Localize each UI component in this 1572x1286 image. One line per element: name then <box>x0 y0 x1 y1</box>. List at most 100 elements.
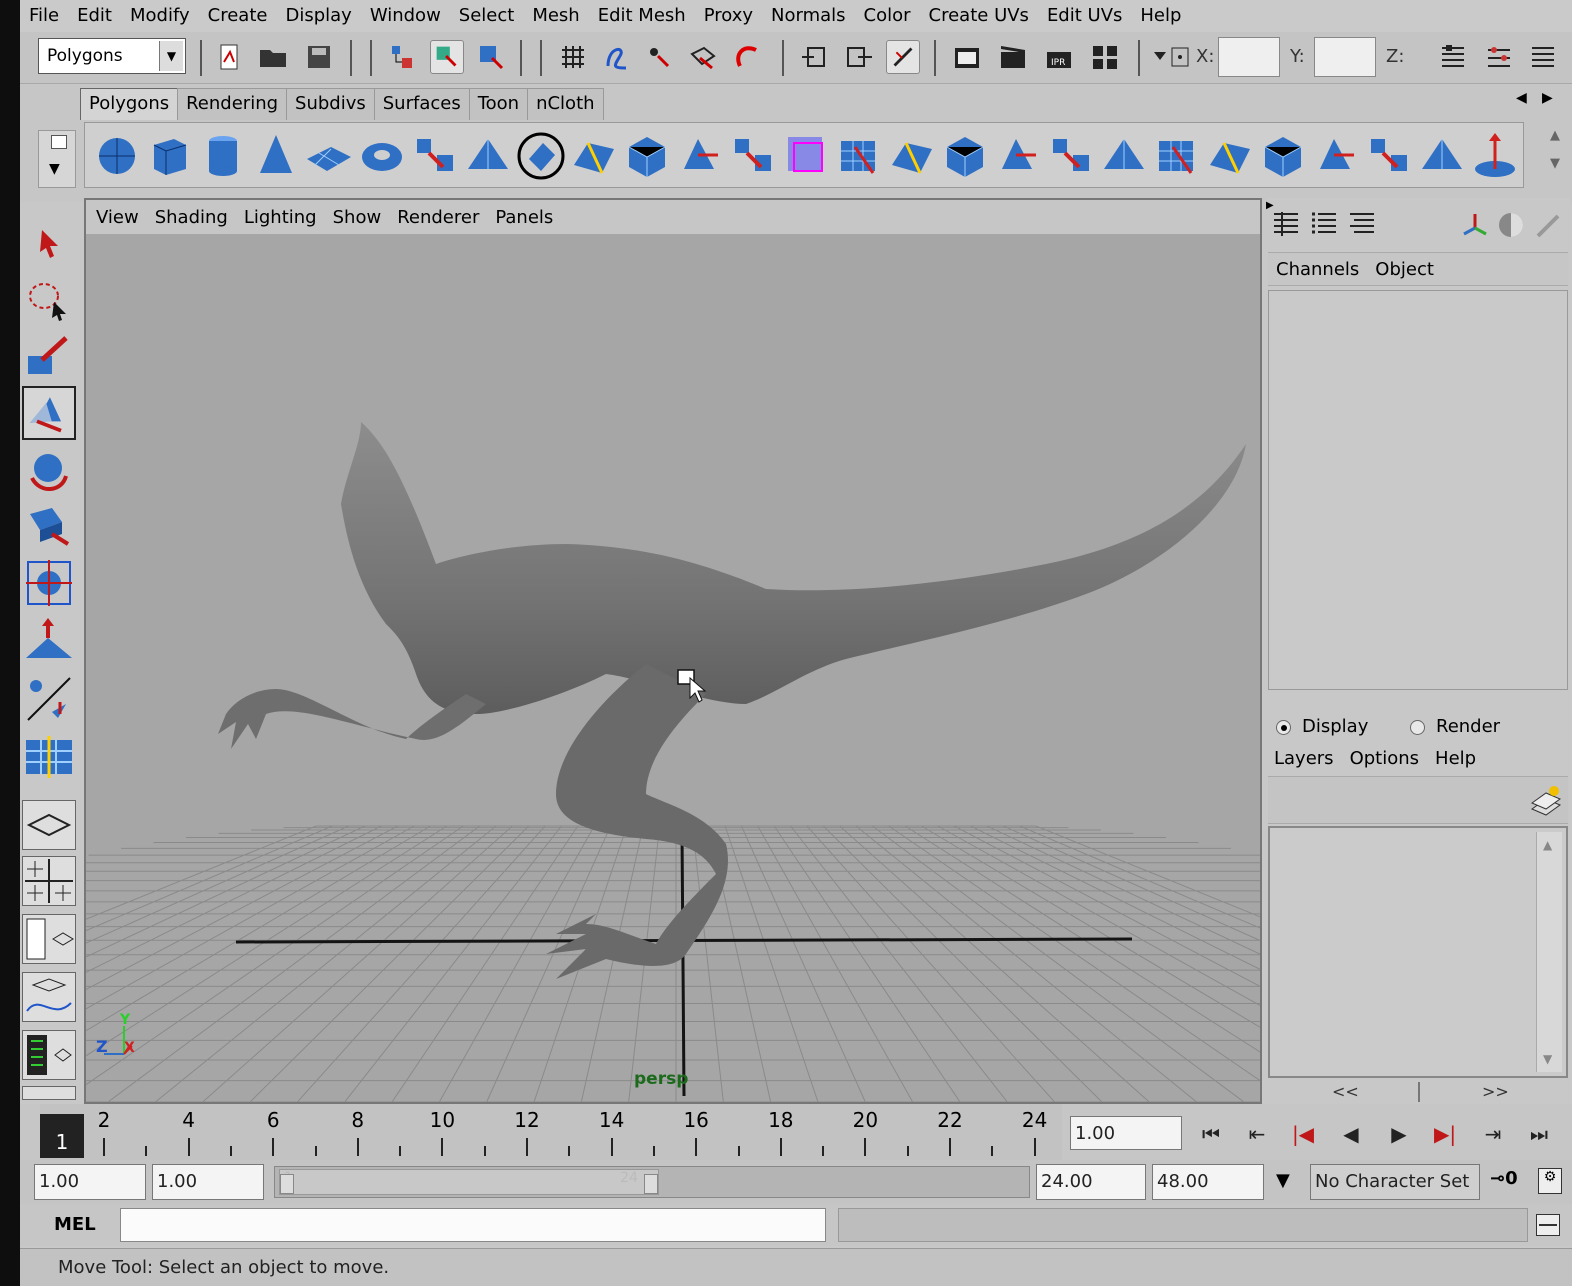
chevron-left-icon[interactable]: ◀ <box>1516 90 1527 106</box>
poly-sphere-icon[interactable] <box>91 129 143 183</box>
channel-box-menu-channels[interactable]: Channels <box>1268 259 1367 280</box>
cut-faces-icon[interactable] <box>1416 129 1468 183</box>
tool-settings-icon[interactable] <box>1534 210 1564 240</box>
script-editor-icon[interactable] <box>1536 1214 1560 1236</box>
chevron-up-icon[interactable]: ▲ <box>1543 838 1552 852</box>
go-to-start-button[interactable]: ⏮ <box>1190 1116 1232 1152</box>
menu-edit-uvs[interactable]: Edit UVs <box>1038 1 1131 31</box>
select-tool-icon[interactable] <box>22 218 76 272</box>
lasso-tool-icon[interactable] <box>22 274 76 328</box>
poly-prism-icon[interactable] <box>409 129 461 183</box>
layer-menu-help[interactable]: Help <box>1427 748 1484 774</box>
menu-set-dropdown[interactable]: Polygons ▼ <box>38 38 186 74</box>
time-slider[interactable]: 1 2 4 6 8 10 12 14 16 18 20 22 24 <box>40 1104 1062 1160</box>
menu-modify[interactable]: Modify <box>121 1 199 31</box>
menu-create-uvs[interactable]: Create UVs <box>920 1 1038 31</box>
step-back-key-button[interactable]: |◀ <box>1282 1116 1324 1152</box>
snap-to-curve-icon[interactable] <box>600 40 634 74</box>
step-back-frame-button[interactable]: ⇤ <box>1236 1116 1278 1152</box>
menu-normals[interactable]: Normals <box>762 1 855 31</box>
chevron-down-icon[interactable]: ▼ <box>1543 1052 1552 1066</box>
render-settings-icon[interactable] <box>1088 40 1122 74</box>
extrude-edge-icon[interactable] <box>992 129 1044 183</box>
tab-rendering[interactable]: Rendering <box>177 88 288 120</box>
command-language-label[interactable]: MEL <box>54 1214 96 1235</box>
shelf-menu-button[interactable]: ▼ <box>38 130 76 188</box>
layer-list[interactable]: ▲ ▼ <box>1268 826 1568 1078</box>
bridge-icon[interactable] <box>1045 129 1097 183</box>
step-forward-key-button[interactable]: ▶| <box>1424 1116 1466 1152</box>
character-set-field[interactable]: No Character Set <box>1310 1164 1480 1200</box>
poly-cone-icon[interactable] <box>250 129 302 183</box>
last-tool-icon[interactable] <box>22 730 76 784</box>
play-backwards-button[interactable]: ◀ <box>1330 1116 1372 1152</box>
scene-canvas[interactable]: Y Z X persp <box>86 234 1260 1102</box>
bevel-icon[interactable] <box>1098 129 1150 183</box>
quadrangulate-icon[interactable] <box>1363 129 1415 183</box>
smooth-proxy-icon[interactable] <box>727 129 779 183</box>
persp-graph-layout-button[interactable] <box>22 972 76 1022</box>
subdiv-proxy-icon[interactable] <box>780 129 832 183</box>
triangulate-icon[interactable] <box>1310 129 1362 183</box>
persp-outliner-layout-button[interactable] <box>22 914 76 964</box>
prev-layer-button[interactable]: << <box>1332 1082 1359 1101</box>
offset-edge-loop-icon[interactable] <box>1257 129 1309 183</box>
panel-menu-lighting[interactable]: Lighting <box>236 207 325 228</box>
menu-window[interactable]: Window <box>361 1 450 31</box>
rotate-tool-icon[interactable] <box>22 444 76 498</box>
make-live-icon[interactable] <box>730 40 764 74</box>
tool-settings-icon[interactable] <box>1482 40 1516 74</box>
channel-list[interactable] <box>1268 290 1568 690</box>
extract-icon[interactable] <box>674 129 726 183</box>
y-input[interactable] <box>1314 37 1376 77</box>
modeling-toolkit-icon[interactable] <box>1460 210 1490 240</box>
menu-edit-mesh[interactable]: Edit Mesh <box>589 1 695 31</box>
render-frame-icon[interactable] <box>996 40 1030 74</box>
attribute-editor-icon[interactable] <box>1496 210 1526 240</box>
poly-pipe-icon[interactable] <box>462 129 514 183</box>
poly-helix-icon[interactable] <box>515 129 567 183</box>
four-view-layout-button[interactable] <box>22 856 76 906</box>
ipr-render-icon[interactable]: IPR <box>1042 40 1076 74</box>
snap-to-grid-icon[interactable] <box>556 40 590 74</box>
split-polygon-icon[interactable] <box>886 129 938 183</box>
menu-proxy[interactable]: Proxy <box>695 1 762 31</box>
panel-menu-view[interactable]: View <box>88 207 147 228</box>
layer-menu-options[interactable]: Options <box>1342 748 1427 774</box>
select-by-object-type-icon[interactable] <box>430 40 464 74</box>
menu-mesh[interactable]: Mesh <box>523 1 588 31</box>
layer-editor-icon[interactable] <box>1346 208 1378 240</box>
tab-polygons[interactable]: Polygons <box>80 88 179 120</box>
separate-icon[interactable] <box>621 129 673 183</box>
insert-edge-loop-icon[interactable] <box>1204 129 1256 183</box>
poly-plane-icon[interactable] <box>303 129 355 183</box>
merge-icon[interactable] <box>1151 129 1203 183</box>
single-perspective-layout-button[interactable] <box>22 800 76 850</box>
new-scene-icon[interactable] <box>212 40 246 74</box>
range-slider-handle[interactable]: 1 24 <box>279 1169 659 1195</box>
step-forward-frame-button[interactable]: ⇥ <box>1472 1116 1514 1152</box>
tab-ncloth[interactable]: nCloth <box>527 88 604 120</box>
auto-key-icon[interactable]: ⊸0 <box>1490 1168 1518 1189</box>
menu-create[interactable]: Create <box>199 1 277 31</box>
select-by-hierarchy-icon[interactable] <box>386 40 420 74</box>
transform-input-mode-icon[interactable] <box>1150 40 1194 74</box>
soft-modification-icon[interactable] <box>22 614 76 668</box>
playback-end-time-field[interactable]: 24.00 <box>1036 1164 1146 1200</box>
chevron-up-icon[interactable]: ▲ <box>1550 128 1560 143</box>
range-end-grip[interactable] <box>644 1174 658 1194</box>
command-input[interactable] <box>120 1208 826 1242</box>
menu-file[interactable]: File <box>20 1 68 31</box>
snap-to-point-icon[interactable] <box>642 40 676 74</box>
move-tool-icon[interactable] <box>22 386 76 440</box>
play-forwards-button[interactable]: ▶ <box>1378 1116 1420 1152</box>
dinosaur-model[interactable] <box>218 422 1246 979</box>
soft-mod-icon[interactable] <box>1469 129 1521 183</box>
attribute-editor-icon[interactable] <box>1436 40 1470 74</box>
channel-box-menu-object[interactable]: Object <box>1367 259 1442 280</box>
scale-tool-icon[interactable] <box>22 500 76 554</box>
chevron-right-icon[interactable]: ▶ <box>1542 90 1553 106</box>
panel-menu-shading[interactable]: Shading <box>147 207 236 228</box>
output-ops-icon[interactable] <box>842 40 876 74</box>
menu-select[interactable]: Select <box>450 1 524 31</box>
